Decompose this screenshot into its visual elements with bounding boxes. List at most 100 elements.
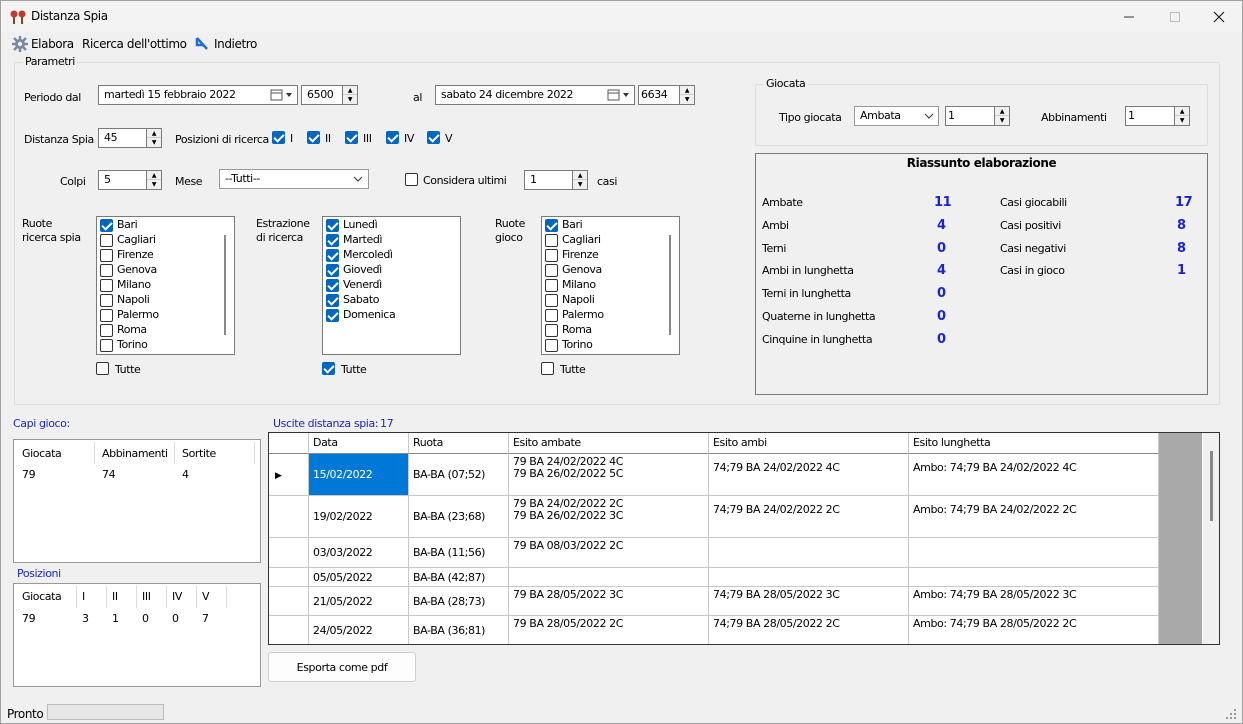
list-item-checkbox[interactable] [326,219,339,232]
cell-ambate[interactable]: 79 BA 24/02/2022 4C 79 BA 26/02/2022 5C [509,454,709,496]
resize-grip-icon[interactable] [1226,709,1236,719]
tutte-gioco-checkbox[interactable] [541,362,554,375]
list-item[interactable]: Firenze [542,248,679,263]
list-item-checkbox[interactable] [100,324,113,337]
list-item[interactable]: Cagliari [542,233,679,248]
ruote-spia-list[interactable]: Bari Cagliari Firenze Genova Milano Napoli Pal… [96,216,235,355]
cell-data[interactable]: 21/05/2022 [309,587,409,616]
list-item[interactable]: Napoli [542,293,679,308]
list-item-checkbox[interactable] [545,339,558,352]
list-item-checkbox[interactable] [326,294,339,307]
posizione-checkbox[interactable] [345,131,358,144]
column-header[interactable]: Ruota [409,433,509,454]
cell-ambate[interactable]: 79 BA 24/02/2022 2C 79 BA 26/02/2022 3C [509,496,709,538]
list-item[interactable]: Bari [97,218,234,233]
list-item-checkbox[interactable] [545,219,558,232]
cell-lunghetta[interactable] [909,538,1159,568]
tutte-spia-checkbox[interactable] [96,362,109,375]
list-item[interactable]: Palermo [97,308,234,323]
list-item[interactable]: Napoli [97,293,234,308]
tipo-num-input[interactable]: 1 [945,106,997,126]
date-to-picker[interactable]: sabato 24 dicembre 2022 [435,85,635,105]
list-item-checkbox[interactable] [545,309,558,322]
capi-gioco-grid[interactable]: Giocata Abbinamenti Sortite 79 74 4 [13,439,261,563]
ruote-gioco-list[interactable]: Bari Cagliari Firenze Genova Milano Napoli Pal… [541,216,680,355]
cell-ambi[interactable] [709,568,909,587]
estrazioni-list[interactable]: Lunedì Martedì Mercoledì Giovedì Venerdì Saba… [322,216,461,355]
list-item[interactable]: Milano [97,278,234,293]
row-header[interactable] [269,496,309,538]
list-item[interactable]: Genova [97,263,234,278]
cell-lunghetta[interactable] [909,568,1159,587]
tipo-giocata-select[interactable]: Ambata [854,106,939,126]
maximize-button[interactable] [1152,1,1198,32]
list-item[interactable]: Martedì [323,233,460,248]
considera-checkbox[interactable] [405,173,418,186]
list-item-checkbox[interactable] [545,324,558,337]
list-item[interactable]: Sabato [323,293,460,308]
list-item-checkbox[interactable] [545,294,558,307]
posizione-checkbox[interactable] [272,131,285,144]
cell-lunghetta[interactable]: Ambo: 74;79 BA 24/02/2022 4C [909,454,1159,496]
column-header[interactable]: Esito ambate [509,433,709,454]
list-item-checkbox[interactable] [326,279,339,292]
posizione-checkbox[interactable] [427,131,440,144]
cell-ruota[interactable]: BA-BA (07;52) [409,454,509,496]
cell-data[interactable]: 24/05/2022 [309,616,409,644]
tutte-estrazioni-checkbox[interactable] [322,362,335,375]
list-item-checkbox[interactable] [100,264,113,277]
list-item[interactable]: Mercoledì [323,248,460,263]
cell-lunghetta[interactable]: Ambo: 74;79 BA 24/02/2022 2C [909,496,1159,538]
num-from-input[interactable]: 6500 [301,85,343,105]
posizione-checkbox[interactable] [307,131,320,144]
cell-ambate[interactable] [509,568,709,587]
row-header[interactable] [269,568,309,587]
cell-ambate[interactable]: 79 BA 08/03/2022 2C [509,538,709,568]
mese-select[interactable]: --Tutti-- [219,169,369,189]
ricerca-ottimo-button[interactable]: Ricerca dell'ottimo [82,37,187,51]
list-item-checkbox[interactable] [545,234,558,247]
list-item[interactable]: Lunedì [323,218,460,233]
posizione-checkbox[interactable] [386,131,399,144]
list-item-checkbox[interactable] [545,279,558,292]
cell-lunghetta[interactable]: Ambo: 74;79 BA 28/05/2022 2C [909,616,1159,644]
num-to-spinner[interactable]: ▲ ▼ [679,85,695,105]
list-item-checkbox[interactable] [326,234,339,247]
list-item[interactable]: Roma [542,323,679,338]
tipo-num-spinner[interactable]: ▲ ▼ [994,106,1010,126]
row-header[interactable]: ▶ [269,454,309,496]
cell-ambi[interactable]: 74;79 BA 28/05/2022 2C [709,616,909,644]
date-from-picker[interactable]: martedì 15 febbraio 2022 [98,85,298,105]
list-item[interactable]: Genova [542,263,679,278]
list-item-checkbox[interactable] [545,264,558,277]
esporta-pdf-button[interactable]: Esporta come pdf [268,652,416,682]
cell-ruota[interactable]: BA-BA (42;87) [409,568,509,587]
distanza-spinner[interactable]: ▲ ▼ [146,128,162,148]
list-item[interactable]: Venerdì [323,278,460,293]
cell-ambate[interactable]: 79 BA 28/05/2022 3C [509,587,709,616]
indietro-button[interactable]: Indietro [214,37,257,51]
colpi-input[interactable]: 5 [98,170,148,190]
cell-ruota[interactable]: BA-BA (28;73) [409,587,509,616]
row-header[interactable] [269,587,309,616]
grid-scroll-thumb[interactable] [1210,451,1213,521]
cell-data[interactable]: 03/03/2022 [309,538,409,568]
cell-lunghetta[interactable]: Ambo: 74;79 BA 28/05/2022 3C [909,587,1159,616]
minimize-button[interactable] [1106,1,1152,32]
list-item-checkbox[interactable] [326,249,339,262]
cell-ambi[interactable]: 74;79 BA 24/02/2022 4C [709,454,909,496]
cell-ambi[interactable]: 74;79 BA 28/05/2022 3C [709,587,909,616]
row-header[interactable] [269,538,309,568]
list-item[interactable]: Firenze [97,248,234,263]
list-item-checkbox[interactable] [100,294,113,307]
cell-ruota[interactable]: BA-BA (11;56) [409,538,509,568]
cell-data[interactable]: 15/02/2022 [309,454,409,496]
grid-scrollbar[interactable] [1203,433,1219,644]
cell-ruota[interactable]: BA-BA (36;81) [409,616,509,644]
column-header[interactable]: Esito lunghetta [909,433,1159,454]
abbinamenti-input[interactable]: 1 [1125,106,1177,126]
column-header[interactable]: Esito ambi [709,433,909,454]
cell-ambi[interactable] [709,538,909,568]
considera-input[interactable]: 1 [524,170,574,190]
list-item[interactable]: Domenica [323,308,460,323]
